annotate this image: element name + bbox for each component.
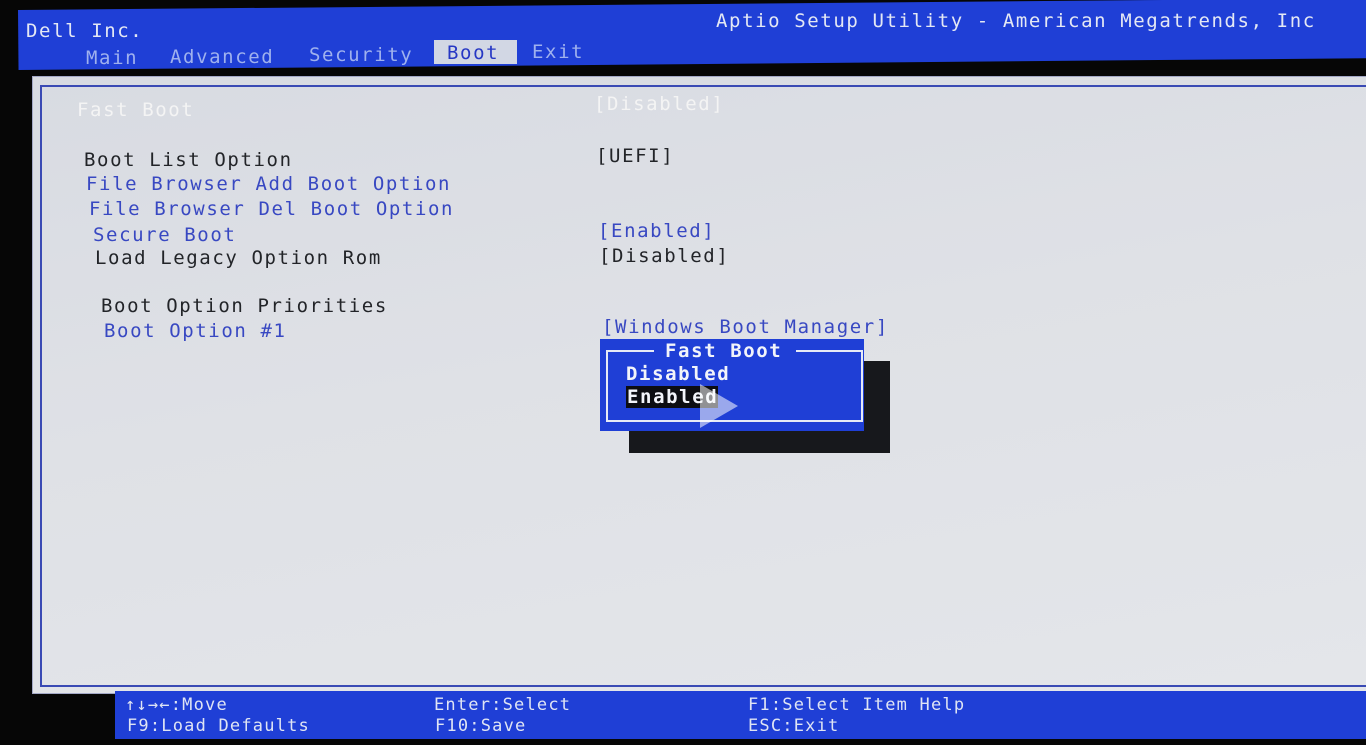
- file-browser-add-boot-option[interactable]: File Browser Add Boot Option: [86, 173, 451, 195]
- boot-option-1-label[interactable]: Boot Option #1: [104, 320, 287, 342]
- tab-boot[interactable]: Boot: [447, 42, 499, 64]
- boot-list-option-label[interactable]: Boot List Option: [84, 149, 293, 171]
- footer-item-help-hint: F1:Select Item Help: [748, 695, 966, 715]
- fast-boot-label[interactable]: Fast Boot: [77, 99, 194, 121]
- footer-load-defaults-hint: F9:Load Defaults: [127, 716, 310, 736]
- footer-select-hint: Enter:Select: [434, 695, 572, 715]
- popup-option-disabled[interactable]: Disabled: [626, 363, 730, 385]
- tab-advanced[interactable]: Advanced: [170, 46, 274, 68]
- load-legacy-option-rom-value[interactable]: [Disabled]: [599, 245, 729, 267]
- boot-option-1-value[interactable]: [Windows Boot Manager]: [602, 316, 889, 338]
- play-icon[interactable]: [700, 384, 738, 428]
- boot-list-option-value[interactable]: [UEFI]: [596, 145, 674, 167]
- boot-option-priorities-heading: Boot Option Priorities: [101, 295, 388, 317]
- load-legacy-option-rom-label[interactable]: Load Legacy Option Rom: [95, 247, 382, 269]
- vendor-label: Dell Inc.: [26, 20, 144, 42]
- secure-boot-value[interactable]: [Enabled]: [598, 220, 715, 242]
- popup-border-top-left: [606, 350, 654, 352]
- footer-move-hint: ↑↓→←:Move: [125, 695, 228, 715]
- footer-exit-hint: ESC:Exit: [748, 716, 840, 736]
- secure-boot-label[interactable]: Secure Boot: [93, 224, 236, 246]
- fast-boot-value[interactable]: [Disabled]: [594, 93, 724, 115]
- popup-title: Fast Boot: [665, 340, 783, 362]
- tab-security[interactable]: Security: [309, 44, 413, 66]
- utility-title: Aptio Setup Utility - American Megatrend…: [716, 10, 1316, 32]
- tab-exit[interactable]: Exit: [532, 41, 584, 63]
- footer-save-hint: F10:Save: [435, 716, 527, 736]
- tab-main[interactable]: Main: [86, 47, 138, 69]
- file-browser-del-boot-option[interactable]: File Browser Del Boot Option: [89, 198, 454, 220]
- popup-border-top-right: [796, 350, 861, 352]
